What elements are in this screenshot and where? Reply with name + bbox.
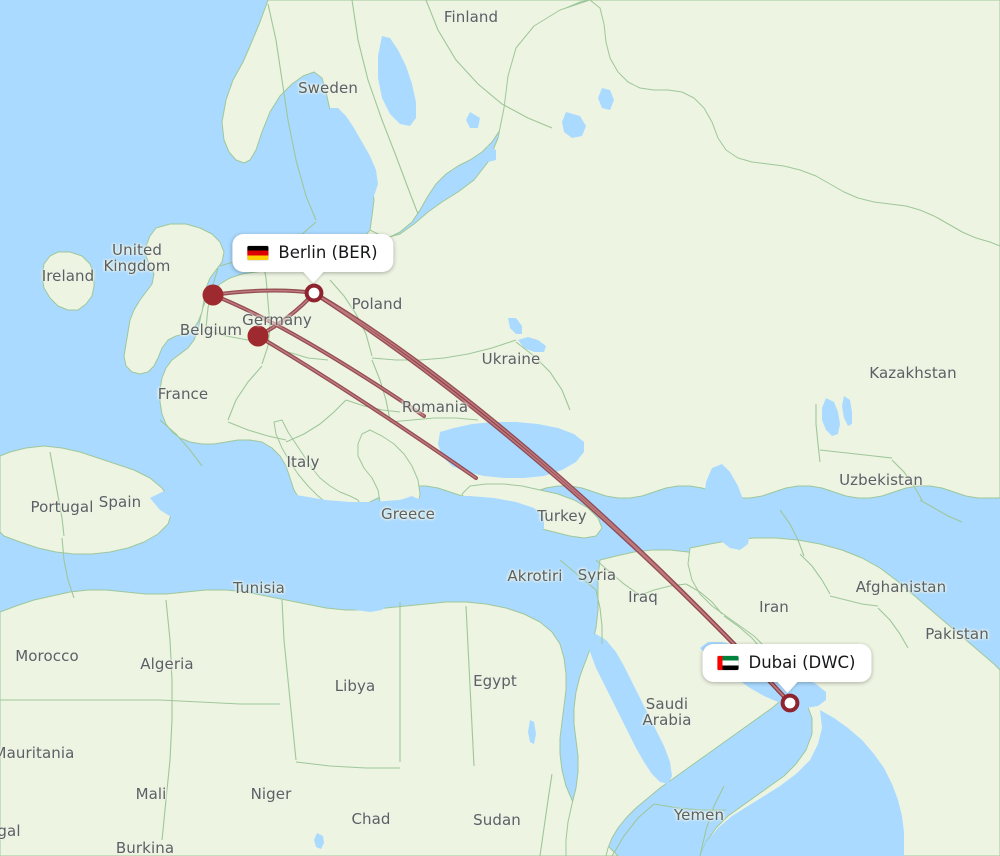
- bubble-tail: [302, 271, 324, 283]
- origin-label-bubble[interactable]: Berlin (BER): [232, 234, 394, 283]
- germany-flag: [247, 245, 269, 260]
- bubble-tail: [776, 681, 798, 693]
- amsterdam-waypoint-dot: [202, 284, 224, 306]
- map-canvas: [0, 0, 1000, 856]
- uae-flag: [717, 655, 739, 670]
- destination-marker-dubai: [780, 693, 800, 713]
- origin-label-text: Berlin (BER): [278, 243, 378, 262]
- flight-route-map: Finland Sweden United Kingdom Ireland Belgiu…: [0, 0, 1000, 856]
- destination-label-bubble[interactable]: Dubai (DWC): [702, 644, 872, 693]
- origin-marker-berlin: [304, 283, 324, 303]
- destination-label-text: Dubai (DWC): [748, 653, 856, 672]
- frankfurt-waypoint-dot: [247, 325, 269, 347]
- africa-landmass: [0, 589, 619, 856]
